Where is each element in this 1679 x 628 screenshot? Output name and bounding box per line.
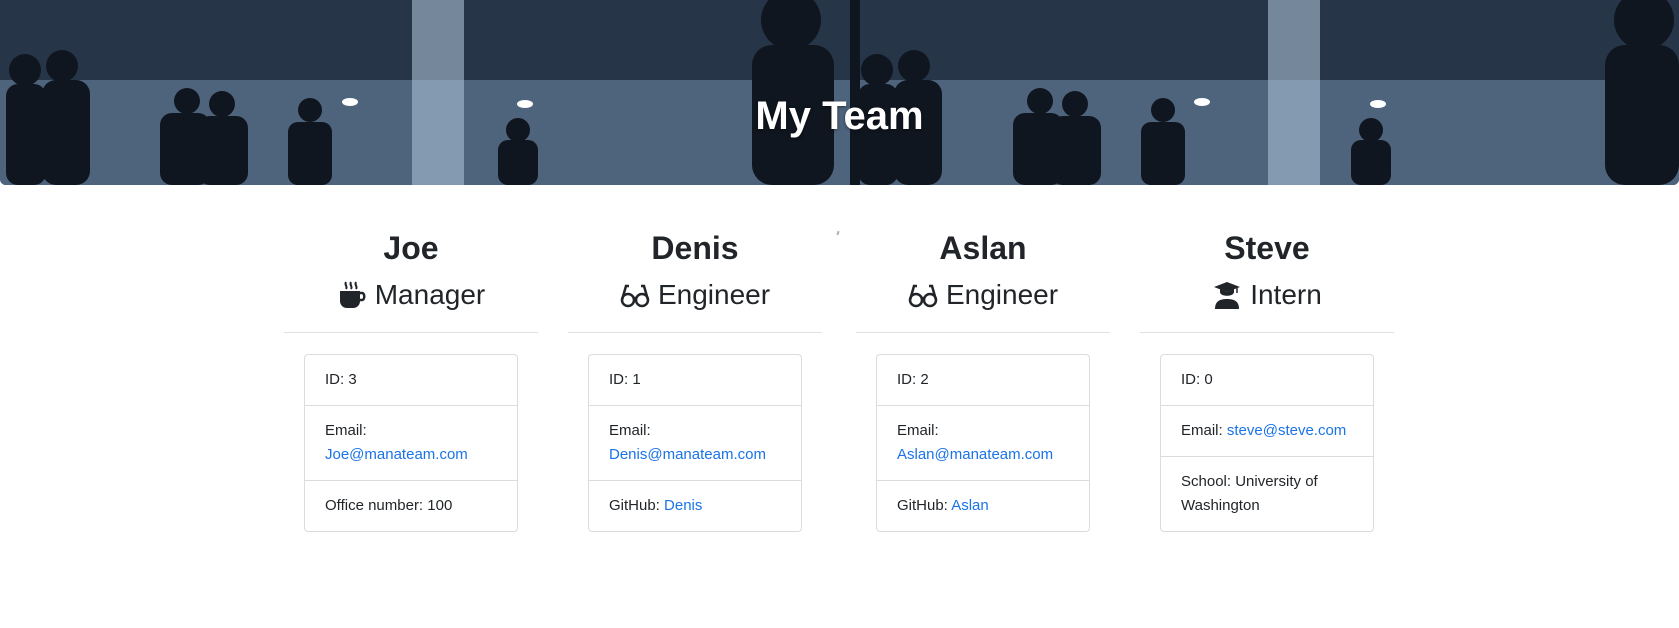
- graduate-icon: [1214, 282, 1241, 309]
- member-details: ID: 1 Email: Denis@manateam.com GitHub: …: [588, 354, 802, 532]
- team-cards: Joe Manager ID: 3 Email: Joe@manateam.co…: [0, 228, 1679, 548]
- github-label: GitHub:: [897, 497, 948, 514]
- office-number: Office number: 100: [305, 480, 517, 531]
- email-link[interactable]: Joe@manateam.com: [325, 446, 468, 463]
- page-title: My Team: [755, 93, 924, 138]
- github-link[interactable]: Aslan: [951, 497, 989, 514]
- github-label: GitHub:: [609, 497, 660, 514]
- card-header: Joe Manager: [284, 228, 538, 333]
- member-card-aslan: Aslan Engineer ID: 2 Email: Aslan@manate…: [856, 228, 1110, 532]
- github-link[interactable]: Denis: [664, 497, 702, 514]
- team-banner: My Team: [0, 0, 1679, 185]
- member-email-row: Email: steve@steve.com: [1161, 405, 1373, 456]
- member-role: Engineer: [568, 276, 822, 314]
- member-email-row: Email: Aslan@manateam.com: [877, 405, 1089, 480]
- member-id: ID: 1: [609, 371, 641, 388]
- role-label: Manager: [374, 279, 486, 310]
- role-label: Engineer: [945, 279, 1059, 310]
- member-name: Aslan: [939, 230, 1027, 266]
- member-name: Joe: [383, 230, 439, 266]
- glasses-icon: [620, 284, 650, 308]
- member-name: Steve: [1224, 230, 1310, 266]
- member-details: ID: 0 Email: steve@steve.com School: Uni…: [1160, 354, 1374, 532]
- github-row: GitHub: Aslan: [877, 480, 1089, 531]
- coffee-icon: [339, 281, 366, 308]
- role-label: Engineer: [657, 279, 771, 310]
- member-role: Intern: [1140, 276, 1394, 314]
- member-card-denis: Denis Engineer ID: 1 Email: Denis@manate…: [568, 228, 822, 532]
- github-row: GitHub: Denis: [589, 480, 801, 531]
- email-link[interactable]: steve@steve.com: [1227, 422, 1346, 439]
- card-header: Steve Intern: [1140, 228, 1394, 333]
- card-header: Aslan Engineer: [856, 228, 1110, 333]
- member-email-row: Email: Denis@manateam.com: [589, 405, 801, 480]
- member-card-steve: Steve Intern ID: 0 Email: steve@steve.co…: [1140, 228, 1394, 532]
- member-card-joe: Joe Manager ID: 3 Email: Joe@manateam.co…: [284, 228, 538, 532]
- member-details: ID: 3 Email: Joe@manateam.com Office num…: [304, 354, 518, 532]
- email-label: Email:: [609, 422, 651, 439]
- member-details: ID: 2 Email: Aslan@manateam.com GitHub: …: [876, 354, 1090, 532]
- role-label: Intern: [1250, 279, 1322, 310]
- member-id: ID: 3: [325, 371, 357, 388]
- card-header: Denis Engineer: [568, 228, 822, 333]
- email-label: Email:: [1181, 422, 1223, 439]
- member-name: Denis: [651, 230, 739, 266]
- email-label: Email:: [897, 422, 939, 439]
- school-row: School: University of Washington: [1161, 456, 1373, 531]
- member-id: ID: 2: [897, 371, 929, 388]
- email-link[interactable]: Aslan@manateam.com: [897, 446, 1053, 463]
- email-label: Email:: [325, 422, 367, 439]
- glasses-icon: [908, 284, 938, 308]
- member-id: ID: 0: [1181, 371, 1213, 388]
- email-link[interactable]: Denis@manateam.com: [609, 446, 766, 463]
- member-role: Manager: [284, 276, 538, 314]
- member-email-row: Email: Joe@manateam.com: [305, 405, 517, 480]
- member-role: Engineer: [856, 276, 1110, 314]
